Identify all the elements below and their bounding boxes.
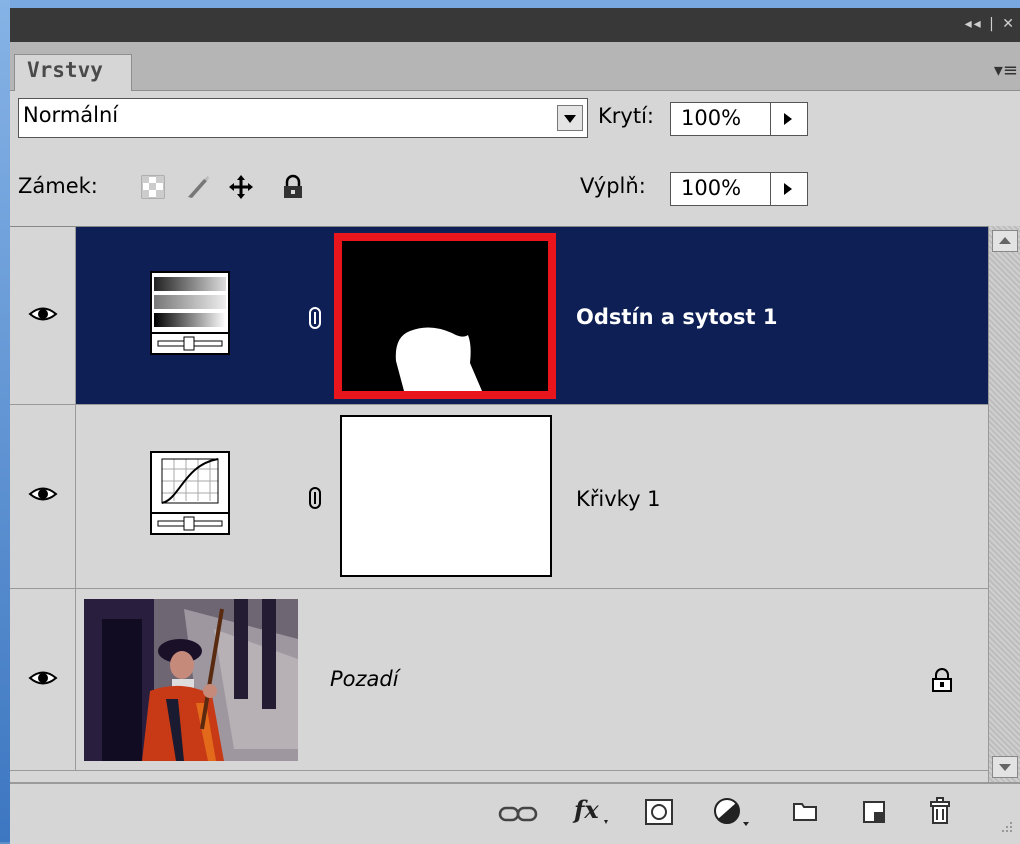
hue-saturation-adjustment-icon: [150, 271, 230, 355]
layers-list: Odstín a sytost 1 Křivky 1 Pozadí: [10, 226, 988, 783]
layer-mask-thumbnail[interactable]: [340, 415, 552, 577]
layer-locked-icon: [932, 668, 952, 692]
panel-menu-icon[interactable]: ▾≡: [994, 60, 1018, 81]
eye-icon[interactable]: [28, 667, 58, 689]
panel-window-controls[interactable]: ◂◂ | ✕: [965, 16, 1016, 32]
eye-icon[interactable]: [28, 303, 58, 325]
desktop-frame-top: [0, 0, 1020, 8]
blend-mode-select[interactable]: Normální: [18, 98, 588, 138]
layer-row-background[interactable]: Pozadí: [10, 589, 988, 771]
panel-tabstrip: Vrstvy ▾≡: [10, 42, 1020, 91]
opacity-field[interactable]: 100%: [670, 102, 808, 136]
opacity-label: Krytí:: [598, 104, 654, 128]
fill-slider-arrow-icon[interactable]: [770, 173, 807, 205]
chain-link-icon[interactable]: [308, 487, 322, 509]
background-image-thumbnail[interactable]: [84, 599, 298, 761]
tab-vrstvy[interactable]: Vrstvy: [14, 54, 132, 91]
layer-name[interactable]: Odstín a sytost 1: [576, 305, 777, 329]
curves-adjustment-icon: [150, 451, 230, 535]
add-mask-icon[interactable]: [644, 798, 674, 826]
blend-mode-value: Normální: [23, 103, 119, 127]
visibility-cell: [10, 227, 76, 404]
lock-fill-row: Zámek: Výplň: 100%: [10, 166, 1020, 212]
desktop-frame-left: [0, 0, 10, 842]
svg-text:fx: fx: [572, 796, 599, 824]
chain-link-icon[interactable]: [308, 307, 322, 329]
scroll-down-arrow-icon[interactable]: [992, 756, 1018, 778]
panel-titlebar: ◂◂ | ✕: [10, 8, 1020, 42]
mask-thumbnail-image: [342, 241, 548, 391]
chevron-down-icon[interactable]: [557, 105, 583, 131]
resize-grip-icon[interactable]: [998, 818, 1014, 834]
layers-panel: ◂◂ | ✕ Vrstvy ▾≡ Normální Krytí: 100% Zá…: [10, 8, 1020, 844]
lock-transparency-icon[interactable]: [140, 174, 166, 200]
opacity-slider-arrow-icon[interactable]: [770, 103, 807, 135]
layer-row-hue-saturation[interactable]: Odstín a sytost 1: [10, 227, 988, 405]
layer-content: Odstín a sytost 1: [76, 227, 988, 404]
layer-name[interactable]: Pozadí: [330, 667, 399, 691]
lock-position-move-icon[interactable]: [228, 174, 254, 200]
layer-content: Pozadí: [76, 589, 988, 770]
layer-content: Křivky 1: [76, 405, 988, 588]
lock-pixels-brush-icon[interactable]: [184, 174, 210, 200]
layer-row-curves[interactable]: Křivky 1: [10, 405, 988, 589]
layers-scrollbar[interactable]: [988, 226, 1020, 782]
layer-mask-thumbnail-selected[interactable]: [334, 233, 556, 399]
adjustment-layer-icon[interactable]: [712, 796, 752, 828]
lock-label: Zámek:: [18, 174, 98, 198]
fx-icon[interactable]: fx: [572, 796, 612, 828]
eye-icon[interactable]: [28, 483, 58, 505]
fill-value: 100%: [681, 176, 742, 200]
trash-icon[interactable]: [928, 796, 952, 826]
new-layer-icon[interactable]: [862, 800, 886, 824]
group-folder-icon[interactable]: [792, 800, 818, 822]
visibility-cell: [10, 405, 76, 588]
layers-bottom-toolbar: fx: [10, 782, 1020, 844]
fill-label: Výplň:: [580, 174, 646, 198]
link-layers-icon[interactable]: [498, 804, 538, 824]
blend-opacity-row: Normální Krytí: 100%: [10, 98, 1020, 144]
visibility-cell: [10, 589, 76, 770]
layer-name[interactable]: Křivky 1: [576, 487, 661, 511]
fill-field[interactable]: 100%: [670, 172, 808, 206]
lock-all-icon[interactable]: [280, 174, 306, 200]
scroll-up-arrow-icon[interactable]: [992, 230, 1018, 252]
opacity-value: 100%: [681, 106, 742, 130]
